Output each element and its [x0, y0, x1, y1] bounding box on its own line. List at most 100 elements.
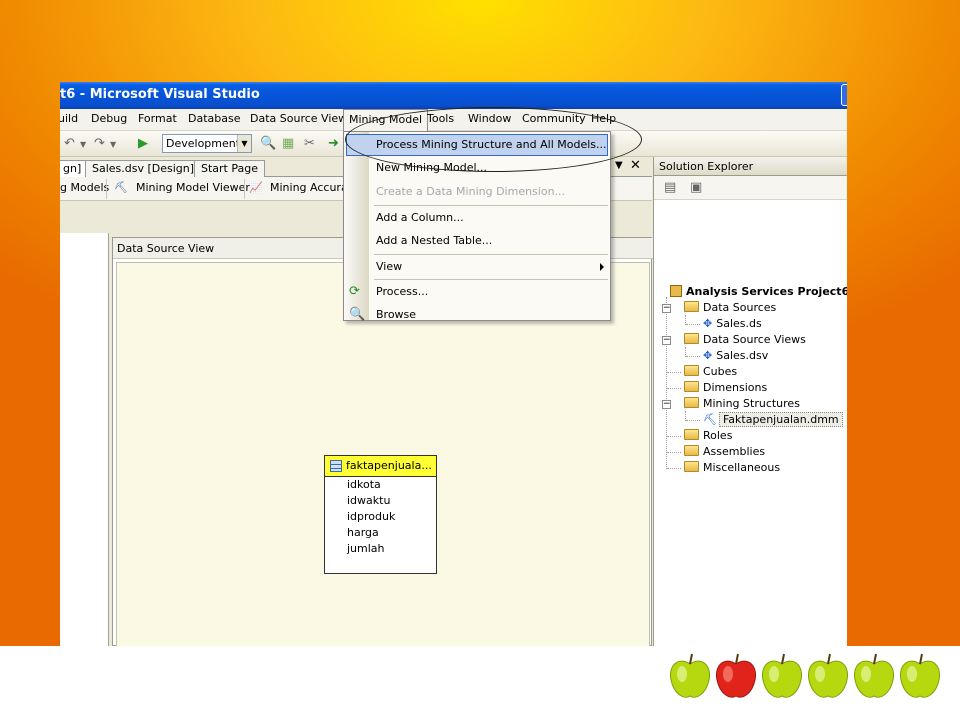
solution-explorer-toolbar: ▤ ▣	[654, 176, 847, 200]
mining-structure-columns-pane[interactable]	[60, 233, 109, 646]
tree-sales-ds[interactable]: ✥ Sales.ds	[703, 316, 762, 332]
tree-label: Dimensions	[703, 381, 768, 394]
deploy-icon[interactable]: ➜	[328, 136, 339, 151]
menu-debug[interactable]: Debug	[91, 112, 127, 125]
subtab-mining-model-viewer[interactable]: Mining Model Viewer	[136, 181, 250, 194]
tab-sales-dsv-design[interactable]: Sales.dsv [Design]	[85, 160, 202, 177]
find-icon[interactable]: 🔍	[260, 136, 276, 151]
menu-item-label: Create a Data Mining Dimension...	[376, 185, 566, 198]
redo-icon[interactable]: ↷	[94, 136, 105, 151]
tab-mining-structure-design[interactable]: gn]	[60, 160, 89, 177]
table-column[interactable]: idkota	[325, 477, 436, 493]
menu-item-create-data-mining-dimension[interactable]: Create a Data Mining Dimension...	[344, 181, 610, 203]
show-all-files-icon[interactable]: ▣	[690, 180, 702, 195]
tree-label: Data Source Views	[703, 333, 806, 346]
tree-label: Sales.ds	[716, 317, 762, 330]
properties-icon[interactable]: ▦	[282, 136, 294, 151]
folder-icon	[684, 365, 699, 376]
start-debugging-icon[interactable]: ▶	[138, 136, 148, 151]
undo-dropdown-icon[interactable]: ▼	[80, 140, 86, 149]
tree-guide	[686, 324, 700, 325]
subtab-mining-models[interactable]: g Models	[60, 181, 109, 194]
chevron-down-icon[interactable]: ▼	[237, 135, 251, 152]
folder-icon	[684, 461, 699, 472]
menu-data-source-view[interactable]: Data Source View	[250, 112, 347, 125]
folder-icon	[684, 429, 699, 440]
browse-icon: 🔍	[349, 307, 366, 322]
folder-icon	[684, 333, 699, 344]
undo-icon[interactable]: ↶	[64, 136, 75, 151]
table-column[interactable]: harga	[325, 525, 436, 541]
folder-icon	[684, 445, 699, 456]
solution-configuration-value: Development	[166, 137, 241, 150]
tree-mining-structures[interactable]: Mining Structures	[684, 396, 800, 412]
menu-item-add-nested-table[interactable]: Add a Nested Table...	[344, 230, 610, 252]
menu-build[interactable]: uild	[60, 112, 78, 125]
redo-dropdown-icon[interactable]: ▼	[110, 140, 116, 149]
tree-assemblies[interactable]: Assemblies	[684, 444, 765, 460]
table-name: faktapenjuala...	[346, 459, 432, 472]
menu-item-label: Add a Nested Table...	[376, 234, 493, 247]
tree-dimensions[interactable]: Dimensions	[684, 380, 767, 396]
close-icon[interactable]: ✕	[630, 158, 641, 173]
table-column[interactable]: jumlah	[325, 541, 436, 557]
tree-project-label: Analysis Services Project6	[686, 285, 847, 298]
toolbox-icon[interactable]: ✂	[304, 136, 315, 151]
menu-item-label: View	[376, 260, 403, 273]
menu-item-add-column[interactable]: Add a Column...	[344, 207, 610, 229]
menu-format[interactable]: Format	[138, 112, 177, 125]
mining-model-viewer-icon: ⛏	[114, 181, 128, 194]
collapse-icon[interactable]: −	[662, 336, 671, 345]
submenu-arrow-icon	[600, 263, 604, 271]
tree-roles[interactable]: Roles	[684, 428, 732, 444]
folder-icon	[684, 301, 699, 312]
properties-icon[interactable]: ▤	[664, 180, 676, 195]
tree-cubes[interactable]: Cubes	[684, 364, 737, 380]
tree-label: Assemblies	[703, 445, 766, 458]
green-apple-icon	[669, 653, 711, 698]
tree-guide	[667, 388, 681, 389]
menu-item-process[interactable]: ⟳ Process...	[344, 281, 610, 303]
tree-miscellaneous[interactable]: Miscellaneous	[684, 460, 780, 476]
collapse-icon[interactable]: −	[662, 400, 671, 409]
subtab-divider	[244, 179, 245, 199]
table-icon	[330, 460, 342, 472]
menu-database[interactable]: Database	[188, 112, 241, 125]
tab-dropdown-icon[interactable]: ▼	[615, 160, 623, 171]
solution-configuration-combo[interactable]: Development ▼	[162, 134, 252, 153]
menu-item-browse[interactable]: 🔍 Browse	[344, 304, 610, 322]
menu-item-label: Browse	[376, 308, 417, 321]
tree-guide	[667, 372, 681, 373]
visual-studio-window: t6 - Microsoft Visual Studio uild Debug …	[60, 82, 847, 646]
red-apple-icon	[715, 653, 757, 698]
project-icon	[670, 285, 682, 297]
collapse-icon[interactable]: −	[662, 304, 671, 313]
data-source-view-icon: ✥	[703, 349, 713, 362]
menu-item-label: Process...	[376, 285, 429, 298]
tree-guide	[686, 420, 700, 421]
tree-project[interactable]: Analysis Services Project6	[670, 284, 847, 300]
tab-start-page[interactable]: Start Page	[194, 160, 265, 177]
folder-icon	[684, 397, 699, 408]
tree-sales-dsv[interactable]: ✥ Sales.dsv	[703, 348, 768, 364]
tree-guide	[667, 436, 681, 437]
tree-data-source-views[interactable]: Data Source Views	[684, 332, 806, 348]
tree-label: Cubes	[703, 365, 738, 378]
table-faktapenjualan[interactable]: faktapenjuala... idkota idwaktu idproduk…	[324, 455, 437, 574]
table-header[interactable]: faktapenjuala...	[325, 456, 436, 477]
menu-item-view[interactable]: View	[344, 256, 610, 278]
tree-faktapenjualan-dmm[interactable]: ⛏ Faktapenjualan.dmm	[703, 412, 843, 428]
green-apple-icon	[899, 653, 941, 698]
table-column[interactable]: idwaktu	[325, 493, 436, 509]
tree-label: Miscellaneous	[703, 461, 781, 474]
tree-guide	[667, 452, 681, 453]
table-column[interactable]: idproduk	[325, 509, 436, 525]
tree-data-sources[interactable]: Data Sources	[684, 300, 776, 316]
menu-separator	[374, 279, 608, 280]
window-control-button[interactable]	[841, 84, 847, 106]
tree-guide	[666, 297, 667, 469]
menu-separator	[374, 205, 608, 206]
title-bar[interactable]: t6 - Microsoft Visual Studio	[60, 82, 847, 109]
green-apple-icon	[807, 653, 849, 698]
mining-accuracy-chart-icon: 📈	[249, 181, 263, 194]
